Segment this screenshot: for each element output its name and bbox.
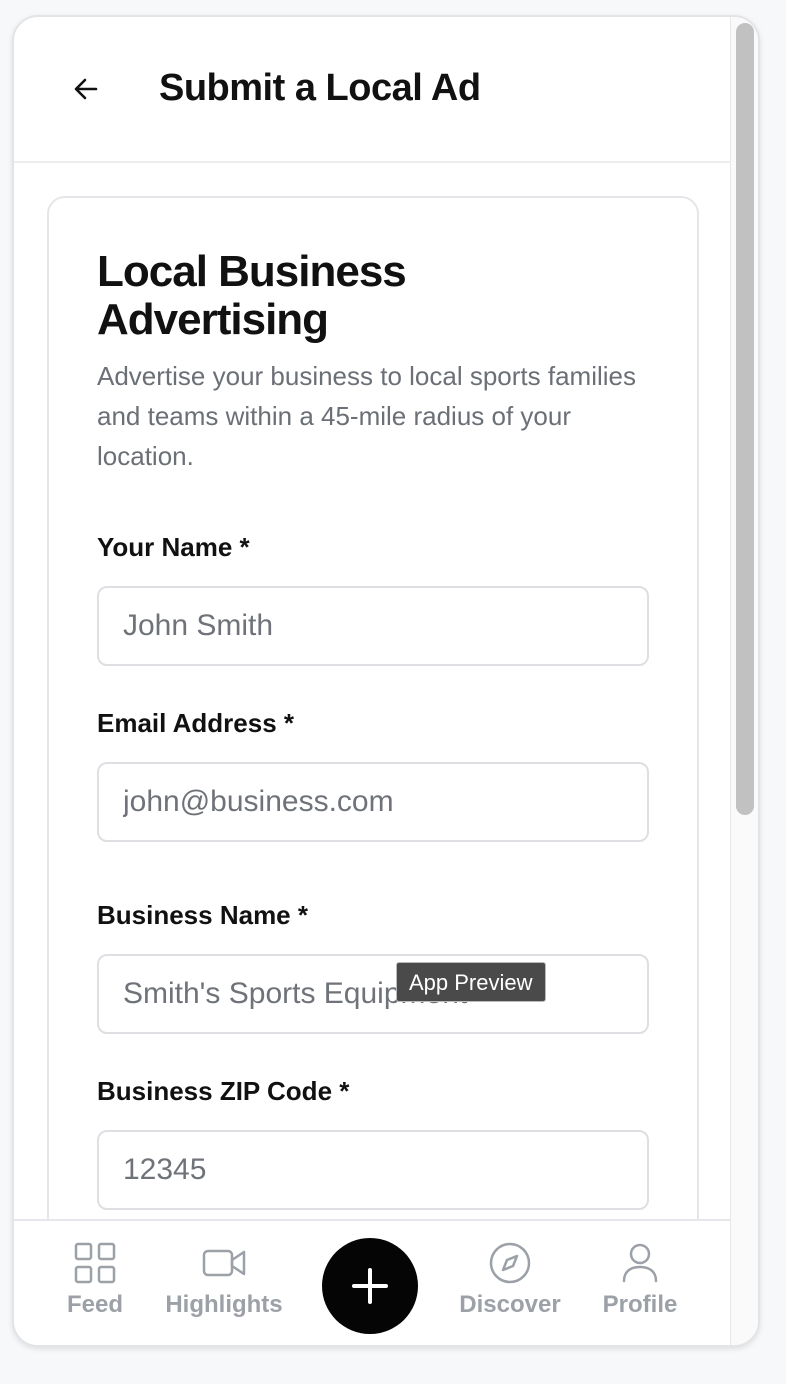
nav-label-highlights: Highlights bbox=[165, 1291, 283, 1318]
create-post-button[interactable] bbox=[322, 1238, 418, 1334]
nav-item-profile[interactable]: Profile bbox=[570, 1241, 710, 1319]
zip-code-label: Business ZIP Code * bbox=[97, 1076, 350, 1106]
nav-item-discover[interactable]: Discover bbox=[440, 1241, 580, 1319]
business-name-label: Business Name * bbox=[97, 900, 308, 930]
email-input[interactable] bbox=[97, 762, 649, 842]
nav-item-feed[interactable]: Feed bbox=[25, 1241, 165, 1319]
compass-icon bbox=[489, 1242, 531, 1284]
video-camera-icon bbox=[202, 1249, 246, 1277]
grid-icon bbox=[74, 1242, 116, 1284]
app-header: Submit a Local Ad bbox=[14, 17, 730, 163]
app-window: Submit a Local Ad Local Business Adverti… bbox=[12, 15, 760, 1347]
nav-label-discover: Discover bbox=[459, 1291, 561, 1318]
plus-icon bbox=[352, 1268, 388, 1304]
card-description: Advertise your business to local sports … bbox=[97, 361, 637, 471]
page-title: Submit a Local Ad bbox=[159, 67, 481, 109]
nav-item-highlights[interactable]: Highlights bbox=[154, 1241, 294, 1319]
nav-label-feed: Feed bbox=[66, 1291, 123, 1318]
app-preview-tooltip: App Preview bbox=[396, 962, 546, 1002]
email-label: Email Address * bbox=[97, 708, 295, 738]
bottom-nav: Feed Highlights Discover Profile bbox=[14, 1219, 730, 1345]
ad-form-card: Local Business Advertising Advertise you… bbox=[47, 196, 699, 1276]
card-title: Local Business Advertising bbox=[97, 247, 407, 344]
zip-code-input[interactable] bbox=[97, 1130, 649, 1210]
scrollbar-thumb[interactable] bbox=[736, 23, 754, 815]
your-name-input[interactable] bbox=[97, 586, 649, 666]
arrow-left-icon bbox=[74, 78, 98, 100]
user-icon bbox=[622, 1243, 658, 1283]
business-name-input[interactable] bbox=[97, 954, 649, 1034]
back-button[interactable] bbox=[62, 65, 110, 113]
your-name-label: Your Name * bbox=[97, 532, 250, 562]
nav-label-profile: Profile bbox=[602, 1291, 678, 1318]
